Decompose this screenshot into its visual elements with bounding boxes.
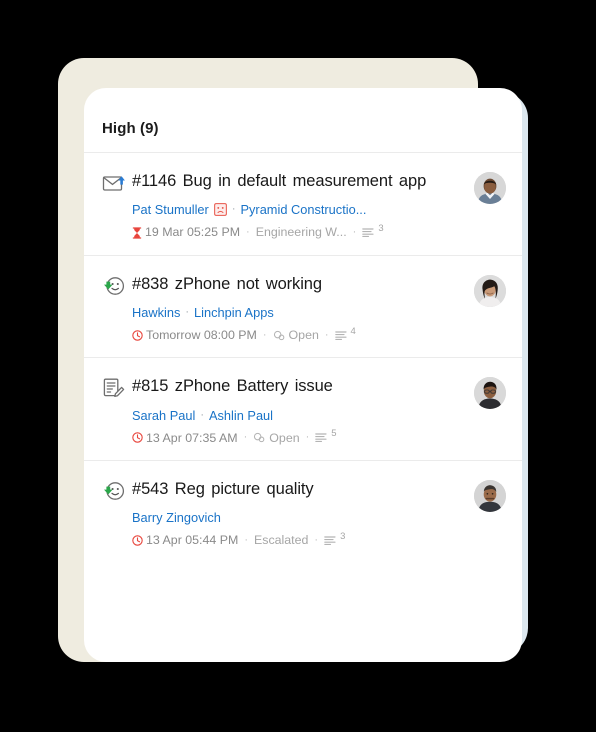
clock-icon <box>132 432 143 444</box>
ticket-body: #838 zPhone not working Hawkins · Linchp… <box>132 273 474 342</box>
thread-lines-icon <box>334 330 347 341</box>
ticket-status: Escalated <box>253 533 309 548</box>
ticket-body: #815 zPhone Battery issue Sarah Paul · A… <box>132 375 474 444</box>
status-circles-icon <box>273 330 286 341</box>
ticket-account[interactable]: Pyramid Constructio... <box>241 200 367 219</box>
ticket-subject: Reg picture quality <box>174 480 314 499</box>
ticket-status: Engineering W... <box>255 225 347 240</box>
ticket-id: #838 <box>132 274 169 293</box>
chat-inbound-icon <box>102 478 132 503</box>
thread-count: 3 <box>324 531 346 546</box>
ticket-requester[interactable]: Sarah Paul <box>132 406 195 425</box>
thread-count-number: 5 <box>331 428 337 440</box>
ticket-people: Pat Stumuller · Pyramid Constructio... <box>132 200 466 219</box>
ticket-body: #1146 Bug in default measurement app Pat… <box>132 170 474 239</box>
due-date: 13 Apr 07:35 AM <box>132 430 238 445</box>
ticket-meta: 19 Mar 05:25 PM · Engineering W... · 3 <box>132 223 466 240</box>
avatar[interactable] <box>474 377 506 410</box>
ticket-subject: Bug in default measurement app <box>182 172 427 190</box>
meta-separator: · <box>324 328 329 341</box>
ticket-id: #815 <box>132 377 169 396</box>
ticket-meta: 13 Apr 07:35 AM · Open · 5 <box>132 428 466 445</box>
meta-separator: · <box>246 226 250 238</box>
sad-face-badge-icon <box>213 203 227 217</box>
ticket-row[interactable]: #1146 Bug in default measurement app Pat… <box>84 152 522 255</box>
ticket-people: Sarah Paul · Ashlin Paul <box>132 406 466 425</box>
panel-header: High (9) <box>84 88 522 152</box>
ticket-requester[interactable]: Barry Zingovich <box>132 508 221 527</box>
ticket-status-text: Engineering W... <box>255 225 347 240</box>
avatar[interactable] <box>474 274 506 307</box>
page-title: High (9) <box>102 120 159 137</box>
meta-separator: · <box>244 534 248 547</box>
thread-count: 5 <box>315 428 337 443</box>
people-separator: · <box>231 203 236 216</box>
ticket-people: Barry Zingovich <box>132 508 466 527</box>
status-circles-icon <box>253 432 266 443</box>
due-date-text: 13 Apr 07:35 AM <box>146 430 238 445</box>
people-separator: · <box>200 408 204 421</box>
meta-separator: · <box>243 431 248 444</box>
thread-count-number: 4 <box>350 325 356 337</box>
thread-count-number: 3 <box>378 223 384 234</box>
ticket-id: #543 <box>132 480 169 499</box>
ticket-subject: zPhone Battery issue <box>174 377 333 396</box>
ticket-title[interactable]: #815 zPhone Battery issue <box>132 375 466 397</box>
due-date: 19 Mar 05:25 PM <box>132 225 241 240</box>
ticket-status-text: Open <box>269 430 300 445</box>
thread-count: 3 <box>362 223 384 238</box>
due-date: 13 Apr 05:44 PM <box>132 533 239 548</box>
ticket-account[interactable]: Ashlin Paul <box>209 406 273 425</box>
people-separator: · <box>185 306 190 319</box>
meta-separator: · <box>314 534 319 547</box>
ticket-body: #543 Reg picture quality Barry Zingovich <box>132 478 474 547</box>
email-reply-icon <box>102 170 132 195</box>
thread-lines-icon <box>362 227 374 238</box>
thread-count-number: 3 <box>340 531 346 543</box>
ticket-title[interactable]: #838 zPhone not working <box>132 273 466 295</box>
due-date-text: 19 Mar 05:25 PM <box>145 225 241 240</box>
ticket-subject: zPhone not working <box>174 274 322 293</box>
meta-separator: · <box>262 328 267 341</box>
clock-icon <box>132 535 143 546</box>
ticket-row[interactable]: #838 zPhone not working Hawkins · Linchp… <box>84 254 522 358</box>
ticket-status-text: Escalated <box>253 533 309 548</box>
ticket-status-text: Open <box>288 328 319 342</box>
meta-separator: · <box>352 226 357 238</box>
thread-lines-icon <box>315 432 327 443</box>
ticket-id: #1146 <box>132 172 177 190</box>
ticket-status: Open <box>253 430 300 445</box>
meta-separator: · <box>305 431 310 444</box>
ticket-requester[interactable]: Pat Stumuller <box>132 200 209 219</box>
clock-icon <box>132 329 143 341</box>
due-date: Tomorrow 08:00 PM <box>132 329 257 341</box>
due-date-text: 13 Apr 05:44 PM <box>146 533 239 548</box>
hourglass-icon <box>132 226 142 239</box>
ticket-meta: Tomorrow 08:00 PM · Open · 4 <box>132 325 466 341</box>
web-form-icon <box>102 375 132 400</box>
thread-count: 4 <box>334 325 356 341</box>
due-date-text: Tomorrow 08:00 PM <box>146 328 257 342</box>
ticket-title[interactable]: #1146 Bug in default measurement app <box>132 170 466 192</box>
chat-inbound-icon <box>102 273 132 298</box>
ticket-title[interactable]: #543 Reg picture quality <box>132 478 466 500</box>
ticket-panel: High (9) #1146 Bug in default measuremen… <box>84 88 522 662</box>
ticket-meta: 13 Apr 05:44 PM · Escalated · 3 <box>132 531 466 548</box>
ticket-list: #1146 Bug in default measurement app Pat… <box>84 152 522 563</box>
ticket-account[interactable]: Linchpin Apps <box>194 303 274 322</box>
thread-lines-icon <box>324 535 336 546</box>
ticket-row[interactable]: #543 Reg picture quality Barry Zingovich <box>84 460 522 563</box>
ticket-status: Open <box>273 329 319 341</box>
avatar[interactable] <box>474 480 506 513</box>
ticket-requester[interactable]: Hawkins <box>132 303 180 322</box>
screenshot-stage: High (9) #1146 Bug in default measuremen… <box>0 0 596 732</box>
ticket-row[interactable]: #815 zPhone Battery issue Sarah Paul · A… <box>84 357 522 460</box>
ticket-people: Hawkins · Linchpin Apps <box>132 303 466 322</box>
avatar[interactable] <box>474 172 506 204</box>
